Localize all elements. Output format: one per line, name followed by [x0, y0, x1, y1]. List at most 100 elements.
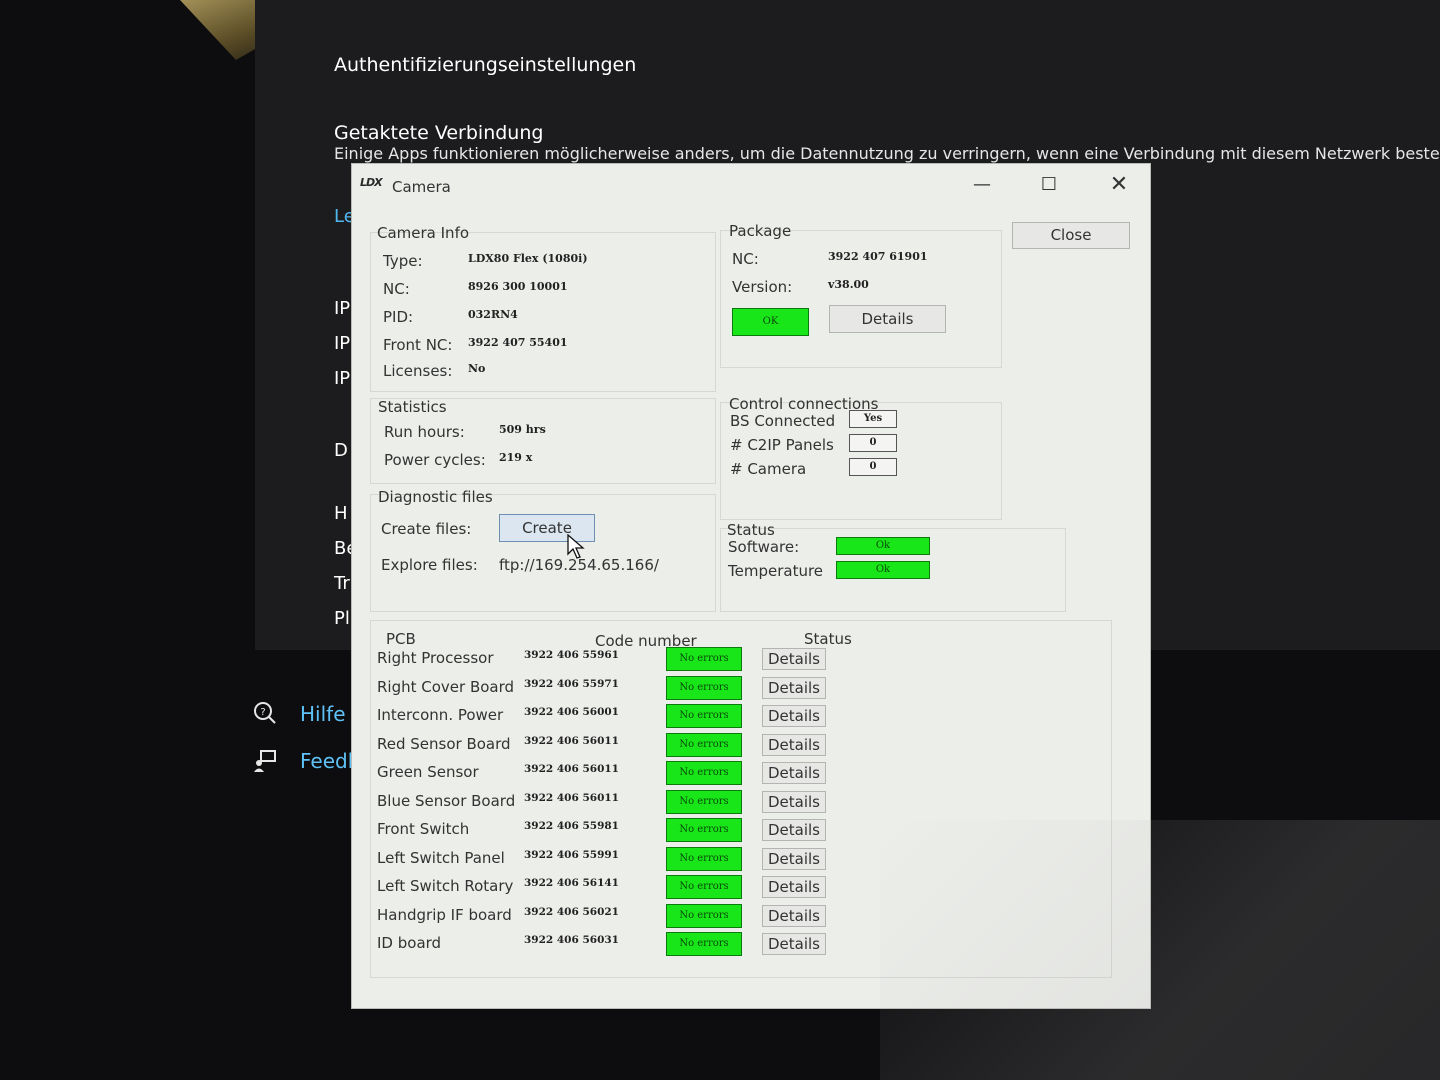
pcb-name: Right Cover Board [377, 677, 515, 696]
software-label: Software: [728, 538, 800, 556]
licenses-value: No [468, 362, 486, 375]
ldx-logo: LDX [360, 176, 383, 189]
close-button[interactable]: Close [1012, 222, 1130, 249]
pcb-code-number: 3922 406 56141 [524, 877, 619, 889]
diagnostic-files-title: Diagnostic files [378, 488, 493, 506]
pcb-code-number: 3922 406 55991 [524, 848, 619, 861]
explore-files-label: Explore files: [381, 556, 478, 574]
pcb-code-number: 3922 406 56021 [524, 905, 619, 918]
package-title: Package [729, 222, 792, 240]
title-bar[interactable]: LDX Camera — ☐ ✕ [352, 164, 1150, 208]
pcb-status-indicator: No errors [666, 732, 742, 757]
bs-connected-label: BS Connected [730, 412, 836, 430]
nc-label: NC: [383, 280, 410, 298]
pcb-name: Front Switch [377, 820, 470, 838]
auth-settings-heading[interactable]: Authentifizierungseinstellungen [334, 54, 636, 76]
version-value: v38.00 [828, 278, 869, 291]
minimize-button[interactable]: — [959, 168, 1005, 202]
pcb-status-indicator: No errors [666, 932, 742, 956]
settings-item-fragment: Pl [334, 608, 350, 629]
front-nc-label: Front NC: [383, 336, 453, 354]
pcb-code-number: 3922 406 56011 [524, 763, 619, 775]
front-nc-value: 3922 407 55401 [468, 336, 568, 349]
pcb-details-button[interactable]: Details [762, 933, 826, 955]
camera-info-title: Camera Info [377, 224, 470, 242]
pcb-name: Red Sensor Board [377, 734, 511, 753]
pcb-status-indicator: No errors [666, 818, 742, 842]
temperature-status-indicator: Ok [836, 561, 930, 579]
pcb-name: ID board [377, 934, 442, 952]
pcb-details-button[interactable]: Details [762, 733, 826, 756]
pcb-code-number: 3922 406 55961 [524, 649, 619, 661]
type-label: Type: [383, 252, 423, 270]
package-status-indicator: OK [732, 308, 809, 336]
power-cycles-label: Power cycles: [384, 451, 486, 469]
bs-connected-value: Yes [849, 410, 897, 428]
pcb-name: Left Switch Rotary [377, 877, 514, 895]
settings-item-fragment: IP [334, 333, 351, 354]
pcb-name: Right Processor [377, 649, 494, 667]
pcb-name: Interconn. Power [377, 706, 504, 724]
pcb-name: Handgrip IF board [377, 905, 512, 924]
nc-value: 8926 300 10001 [468, 280, 568, 293]
metered-connection-heading: Getaktete Verbindung [334, 122, 544, 144]
package-nc-value: 3922 407 61901 [828, 250, 928, 263]
pcb-status-indicator: No errors [666, 647, 742, 671]
licenses-label: Licenses: [383, 362, 453, 380]
settings-item-fragment: IP [334, 368, 351, 389]
pcb-code-number: 3922 406 56001 [524, 706, 619, 718]
pcb-status-indicator: No errors [666, 875, 742, 899]
pcb-status-indicator: No errors [666, 903, 742, 928]
pcb-details-button[interactable]: Details [762, 904, 826, 927]
pcb-column-header: PCB [386, 630, 416, 648]
pcb-code-number: 3922 406 55971 [524, 677, 619, 690]
pcb-status-indicator: No errors [666, 761, 742, 785]
package-details-button[interactable]: Details [829, 305, 946, 333]
camera-count-label: # Camera [730, 460, 807, 478]
metered-connection-description: Einige Apps funktionieren möglicherweise… [334, 144, 1440, 163]
settings-item-fragment: D [334, 440, 348, 461]
pcb-code-number: 3922 406 55981 [524, 820, 619, 832]
software-status-indicator: Ok [836, 537, 930, 555]
pcb-details-button[interactable]: Details [762, 762, 826, 784]
settings-item-fragment: H [334, 503, 348, 524]
pcb-name: Green Sensor [377, 763, 479, 781]
version-label: Version: [732, 278, 793, 296]
pcb-details-button[interactable]: Details [762, 847, 826, 870]
package-nc-label: NC: [732, 250, 759, 268]
pcb-status-indicator: No errors [666, 789, 742, 814]
pcb-details-button[interactable]: Details [762, 676, 826, 699]
help-icon[interactable]: ? [252, 700, 278, 726]
pcb-details-button[interactable]: Details [762, 876, 826, 898]
window-title: Camera [392, 178, 451, 196]
pcb-details-button[interactable]: Details [762, 648, 826, 670]
pcb-details-button[interactable]: Details [762, 705, 826, 727]
run-hours-value: 509 hrs [499, 423, 546, 436]
pcb-status-indicator: No errors [666, 675, 742, 700]
pid-value: 032RN4 [468, 308, 518, 321]
close-window-button[interactable]: ✕ [1096, 168, 1142, 202]
maximize-button[interactable]: ☐ [1026, 168, 1072, 202]
pcb-status-indicator: No errors [666, 846, 742, 871]
c2ip-panels-value: 0 [849, 434, 897, 452]
settings-item-fragment: IP [334, 298, 351, 319]
power-cycles-value: 219 x [499, 451, 533, 464]
temperature-label: Temperature [728, 562, 824, 580]
pid-label: PID: [383, 308, 414, 326]
settings-item-fragment: Tr [334, 573, 350, 594]
statistics-title: Statistics [378, 398, 447, 416]
pcb-details-button[interactable]: Details [762, 790, 826, 813]
status-title: Status [727, 521, 775, 539]
pcb-code-number: 3922 406 56011 [524, 791, 619, 804]
pcb-code-number: 3922 406 56011 [524, 734, 619, 747]
camera-count-value: 0 [849, 458, 897, 476]
c2ip-panels-label: # C2IP Panels [730, 436, 834, 454]
pcb-code-number: 3922 406 56031 [524, 934, 619, 946]
status-column-header: Status [804, 630, 852, 648]
pcb-details-button[interactable]: Details [762, 819, 826, 841]
run-hours-label: Run hours: [384, 423, 465, 441]
pcb-name: Left Switch Panel [377, 848, 505, 867]
diagnostic-files-group [370, 494, 716, 612]
feedback-icon[interactable] [252, 748, 278, 774]
type-value: LDX80 Flex (1080i) [468, 252, 588, 265]
